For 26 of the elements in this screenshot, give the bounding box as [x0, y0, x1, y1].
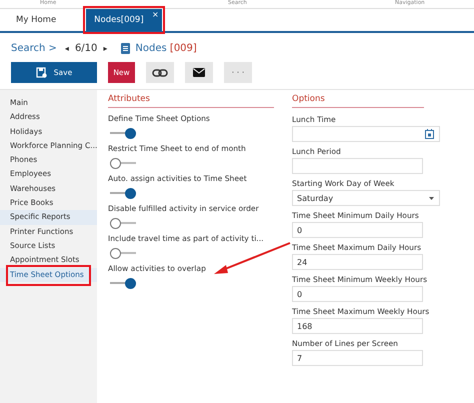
input-field[interactable]: 168 — [292, 318, 423, 334]
caret-icon — [429, 196, 434, 200]
breadcrumb-link[interactable]: Search > — [11, 42, 57, 54]
calendar-icon[interactable] — [425, 129, 434, 139]
time-field[interactable] — [292, 126, 440, 142]
section-heading: Options — [292, 94, 424, 108]
attach-button[interactable] — [146, 62, 174, 83]
email-button[interactable] — [185, 62, 213, 83]
save-icon — [36, 67, 47, 78]
section-heading: Attributes — [108, 94, 274, 108]
input-field[interactable]: 24 — [292, 254, 423, 270]
tab[interactable]: My Home — [14, 9, 72, 31]
input-field[interactable]: 0 — [292, 222, 423, 238]
document-icon — [121, 42, 130, 54]
record-position: 6/10 — [74, 42, 98, 54]
next-button[interactable]: ▸ — [103, 44, 108, 52]
dropdown-field[interactable]: Saturday — [292, 190, 440, 206]
input-field[interactable]: 0 — [292, 286, 423, 302]
record-title: Nodes [009] — [135, 42, 197, 54]
envelope-icon — [193, 68, 205, 77]
close-icon[interactable]: × — [152, 10, 159, 19]
input-field[interactable] — [292, 158, 423, 174]
previous-button[interactable]: ◂ — [64, 44, 69, 52]
more-button[interactable]: · · · — [224, 62, 252, 83]
chain-icon — [152, 68, 168, 76]
input-field[interactable]: 7 — [292, 350, 423, 366]
